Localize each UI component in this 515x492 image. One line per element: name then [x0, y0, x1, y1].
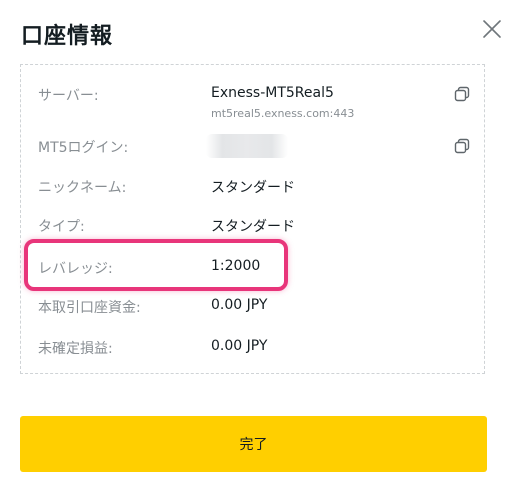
server-address: mt5real5.exness.com:443 [211, 107, 355, 120]
mt5-login-value-redacted [206, 134, 288, 158]
real-balance-value: 0.00 JPY [211, 297, 268, 313]
row-mt5-login: MT5ログイン: [21, 134, 484, 161]
row-real-balance: 本取引口座資金: 0.00 JPY [21, 297, 484, 321]
copy-icon[interactable] [453, 85, 471, 103]
mt5-login-label: MT5ログイン: [38, 140, 129, 156]
server-label: サーバー: [38, 88, 99, 104]
done-button[interactable]: 完了 [20, 416, 487, 472]
unrealized-pnl-label: 未確定損益: [38, 341, 113, 357]
type-label: タイプ: [38, 219, 85, 235]
row-type: タイプ: スタンダード [21, 216, 484, 240]
account-info-card: サーバー: Exness-MT5Real5 mt5real5.exness.co… [20, 64, 485, 374]
page-title: 口座情報 [21, 24, 114, 49]
close-icon[interactable] [479, 16, 505, 42]
unrealized-pnl-value: 0.00 JPY [211, 338, 268, 354]
nickname-label: ニックネーム: [38, 180, 127, 196]
row-nickname: ニックネーム: スタンダード [21, 177, 484, 201]
row-unrealized-pnl: 未確定損益: 0.00 JPY [21, 338, 484, 362]
server-value: Exness-MT5Real5 [211, 85, 334, 101]
real-balance-label: 本取引口座資金: [38, 300, 141, 316]
copy-icon[interactable] [453, 137, 471, 155]
nickname-value: スタンダード [211, 180, 295, 196]
leverage-highlight-box [24, 239, 288, 291]
type-value: スタンダード [211, 219, 295, 235]
row-server: サーバー: Exness-MT5Real5 mt5real5.exness.co… [21, 85, 484, 120]
